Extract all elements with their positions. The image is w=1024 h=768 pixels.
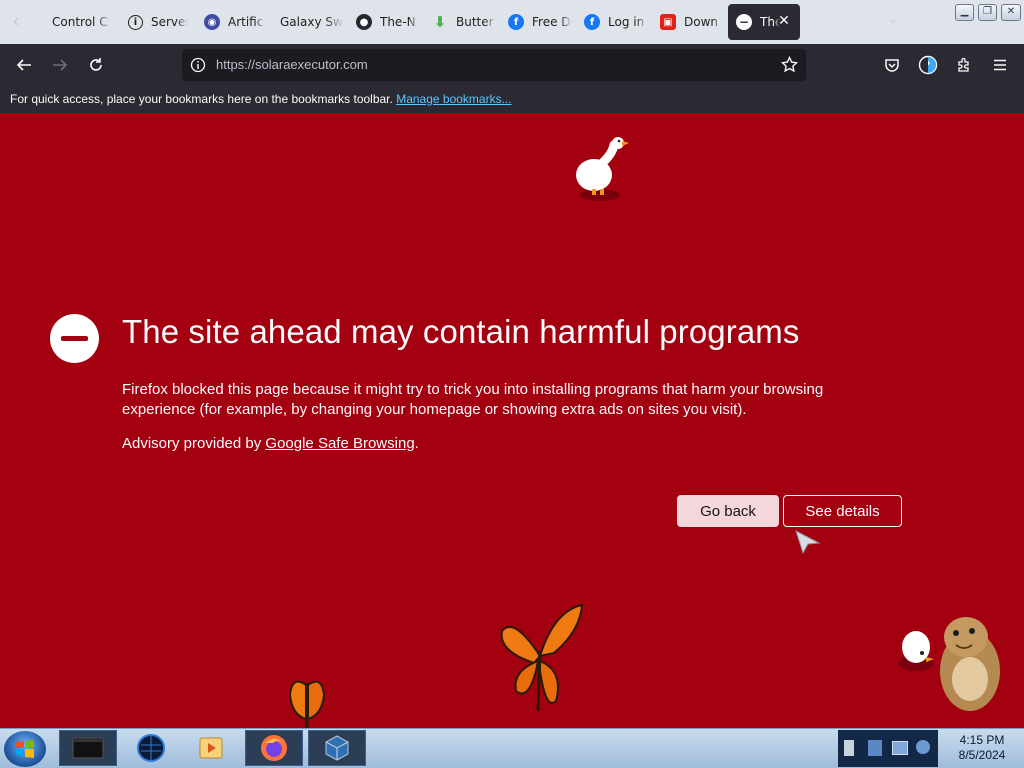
extensions-button[interactable]	[952, 53, 976, 77]
tab-active-blocked[interactable]: − The ✕	[728, 4, 800, 40]
tab-label: Server	[151, 15, 188, 29]
puzzle-icon	[958, 57, 969, 72]
forward-arrow-icon	[53, 59, 68, 71]
facebook-icon: f	[584, 14, 600, 30]
tab-label: Free D	[532, 15, 571, 29]
goose-and-hamster-sprite	[898, 617, 1000, 711]
tab-server[interactable]: i Server	[120, 4, 188, 40]
tab-the-n[interactable]: ● The-N	[348, 4, 420, 40]
clock-time: 4:15 PM	[959, 733, 1005, 747]
roblox-icon: ▣	[660, 14, 676, 30]
tab-free[interactable]: f Free D	[500, 4, 572, 40]
taskbar-terminal-app[interactable]	[59, 730, 117, 766]
taskbar-globe-app[interactable]	[122, 730, 180, 766]
restore-window-button[interactable]: ❐	[978, 4, 997, 21]
bookmarks-toolbar: For quick access, place your bookmarks h…	[0, 86, 1024, 113]
info-icon: i	[128, 14, 143, 30]
taskbar-media-player[interactable]	[183, 730, 241, 766]
tab-butter[interactable]: ⬇ Butter	[424, 4, 496, 40]
bookmark-star-icon[interactable]	[781, 56, 798, 73]
close-tab-icon[interactable]: ✕	[776, 13, 792, 29]
reload-icon	[90, 58, 102, 71]
blocked-page-content: The site ahead may contain harmful progr…	[0, 113, 1024, 735]
taskbar-virtualbox[interactable]	[308, 730, 366, 766]
download-arrow-icon: ⬇	[433, 13, 447, 31]
list-all-tabs-icon[interactable]: ⌄	[888, 12, 898, 26]
tray-app-icon[interactable]	[868, 740, 882, 756]
account-icon	[918, 55, 938, 75]
tab-label: The-N	[380, 15, 416, 29]
taskbar-firefox[interactable]	[245, 730, 303, 766]
see-details-button[interactable]: See details	[783, 495, 902, 527]
blocked-warning-icon	[50, 314, 99, 363]
forward-button[interactable]	[48, 53, 72, 77]
manage-bookmarks-link[interactable]: Manage bookmarks...	[396, 92, 511, 106]
minimize-window-button[interactable]: ▁	[955, 4, 974, 21]
warning-title: The site ahead may contain harmful progr…	[122, 313, 800, 350]
butterfly-sprite	[500, 603, 584, 712]
warning-description: Firefox blocked this page because it mig…	[122, 381, 824, 418]
advisory-prefix: Advisory provided by	[122, 435, 266, 452]
tab-download[interactable]: ▣ Down	[652, 4, 724, 40]
url-text[interactable]: https://solaraexecutor.com	[216, 57, 368, 72]
go-back-button[interactable]: Go back	[677, 495, 779, 527]
clock-date: 8/5/2024	[958, 748, 1006, 762]
goose-sprite	[576, 137, 629, 201]
tab-label: Butter	[456, 15, 494, 29]
blocked-icon: −	[736, 14, 752, 30]
pocket-button[interactable]	[880, 53, 904, 77]
virtualbox-icon	[325, 735, 349, 761]
hamburger-menu-icon	[994, 59, 1006, 71]
tab-label: Control C	[52, 15, 108, 29]
site-info-icon[interactable]	[190, 57, 206, 73]
ai-icon: ◉	[204, 14, 220, 30]
show-hidden-icons-icon[interactable]	[844, 740, 854, 756]
app-menu-button[interactable]	[988, 53, 1012, 77]
tab-control[interactable]: Control C	[44, 4, 114, 40]
mouse-cursor-icon	[795, 530, 821, 554]
tab-label: Log in	[608, 15, 645, 29]
tab-artificial[interactable]: ◉ Artific	[196, 4, 266, 40]
network-icon[interactable]	[892, 741, 908, 755]
pocket-icon	[885, 59, 899, 72]
account-button[interactable]	[916, 53, 940, 77]
windows-logo-icon	[16, 740, 34, 758]
advisory-suffix: .	[414, 435, 419, 452]
tab-log-in[interactable]: f Log in	[576, 4, 648, 40]
advisory-line: Advisory provided by Google Safe Browsin…	[122, 435, 419, 452]
windows-taskbar: 4:15 PM 8/5/2024	[0, 728, 1024, 768]
tab-label: Artific	[228, 15, 264, 29]
firefox-icon	[261, 735, 287, 761]
system-tray	[838, 730, 938, 767]
google-safe-browsing-link[interactable]: Google Safe Browsing	[265, 435, 414, 452]
github-icon: ●	[356, 14, 372, 30]
tab-galaxy[interactable]: Galaxy Sw	[272, 4, 344, 40]
terminal-app-icon	[72, 737, 104, 759]
tab-strip: ‹ Control C i Server ◉ Artific Galaxy Sw…	[0, 0, 1024, 44]
start-orb-button[interactable]	[4, 731, 46, 767]
reload-button[interactable]	[84, 53, 108, 77]
tab-label: Down	[684, 15, 719, 29]
tab-scroll-left-icon[interactable]: ‹	[6, 12, 26, 32]
close-window-button[interactable]: ✕	[1001, 4, 1021, 21]
bookmarks-hint-text: For quick access, place your bookmarks h…	[10, 92, 393, 106]
facebook-icon: f	[508, 14, 524, 30]
media-player-icon	[199, 737, 223, 759]
volume-icon[interactable]	[916, 740, 930, 754]
url-bar[interactable]: https://solaraexecutor.com	[182, 49, 806, 81]
back-arrow-icon	[16, 59, 31, 71]
globe-app-icon	[137, 734, 165, 762]
navigation-toolbar: https://solaraexecutor.com	[0, 44, 1024, 86]
tab-label: Galaxy Sw	[280, 15, 343, 29]
taskbar-clock[interactable]: 4:15 PM 8/5/2024	[940, 733, 1024, 763]
back-button[interactable]	[12, 53, 36, 77]
